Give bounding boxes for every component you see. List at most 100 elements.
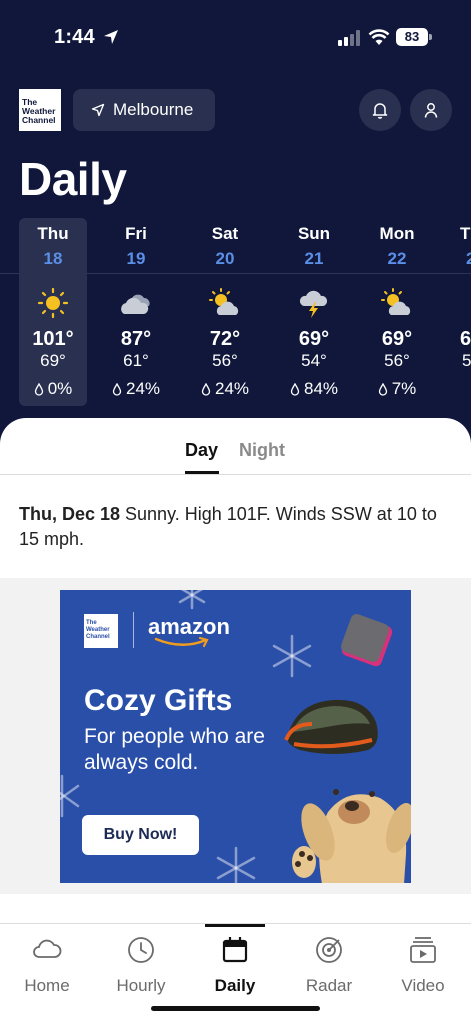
status-time: 1:44: [54, 26, 95, 48]
snowflake-icon: [216, 846, 256, 883]
bell-icon: [372, 103, 388, 119]
battery-indicator: 83: [396, 28, 428, 46]
nav-label: Video: [401, 976, 445, 995]
day-date: 20: [215, 249, 235, 268]
page-title: Daily: [19, 153, 127, 205]
day-low-temp: 69°: [40, 351, 66, 370]
sun-icon: [37, 288, 69, 318]
day-high-temp: 6: [460, 328, 471, 350]
day-high-temp: 87°: [120, 328, 152, 350]
location-label: Melbourne: [113, 100, 194, 119]
day-detail-sheet: Day Night Thu, Dec 18 Sunny. High 101F. …: [0, 418, 471, 923]
day-column-sun[interactable]: Sun 21 69° 54° 84%: [280, 218, 348, 406]
navigation-arrow-icon: [91, 103, 105, 117]
nav-daily[interactable]: Daily: [188, 924, 282, 1004]
radar-icon: [316, 937, 342, 963]
day-date: 18: [43, 249, 63, 268]
day-column-thu[interactable]: Thu 18 101° 69° 0%: [19, 218, 87, 406]
ad-banner[interactable]: The Weather Channel amazon Cozy Gifts Fo…: [60, 590, 411, 883]
tab-night[interactable]: Night: [239, 440, 285, 461]
day-date: 21: [304, 249, 324, 268]
day-summary: Thu, Dec 18 Sunny. High 101F. Winds SSW …: [19, 502, 449, 552]
nav-hourly[interactable]: Hourly: [94, 924, 188, 1004]
nav-label: Daily: [214, 976, 256, 995]
amazon-logo: amazon: [148, 614, 230, 648]
day-low-temp: 61°: [123, 351, 149, 370]
sun-icon: [462, 288, 471, 318]
thunderstorm-icon: [299, 290, 328, 318]
nav-radar[interactable]: Radar: [282, 924, 376, 1004]
twc-logo[interactable]: The Weather Channel: [19, 89, 61, 131]
buy-now-button[interactable]: Buy Now!: [82, 815, 199, 855]
ad-logo-separator: [133, 612, 134, 648]
battery-nub: [429, 34, 432, 40]
snowflake-icon: [178, 590, 206, 610]
day-low-temp: 56°: [384, 351, 410, 370]
day-name: Mon: [379, 224, 415, 243]
toggle-divider: [0, 474, 471, 475]
nav-label: Hourly: [116, 976, 166, 995]
raindrop-icon: [34, 382, 43, 396]
nav-label: Radar: [305, 976, 353, 995]
snowflake-icon: [272, 634, 312, 678]
wifi-icon: [368, 29, 390, 45]
day-low-temp: 54°: [301, 351, 327, 370]
raindrop-icon: [112, 382, 122, 396]
summary-date: Thu, Dec 18: [19, 504, 121, 524]
tab-day[interactable]: Day: [185, 440, 218, 461]
location-arrow-icon: [104, 30, 118, 44]
precip-value: 0%: [47, 379, 73, 398]
nav-home[interactable]: Home: [0, 924, 94, 1004]
home-indicator: [151, 1006, 320, 1011]
raindrop-icon: [201, 382, 211, 396]
day-high-temp: 69°: [298, 328, 330, 350]
day-high-temp: 101°: [32, 328, 74, 350]
day-column-fri[interactable]: Fri 19 87° 61° 24%: [102, 218, 170, 406]
partly-cloudy-icon: [381, 288, 411, 315]
status-bar: 1:44 83: [0, 0, 471, 76]
raindrop-icon: [378, 382, 387, 396]
day-high-temp: 72°: [209, 328, 241, 350]
ad-twc-logo: The Weather Channel: [84, 614, 118, 648]
day-name: Fri: [125, 224, 147, 243]
day-name: Sat: [211, 224, 239, 243]
day-name: Thu: [37, 224, 69, 243]
day-precip: 0%: [19, 379, 87, 399]
ad-headline: Cozy Gifts: [84, 684, 233, 717]
precip-value: 84%: [303, 379, 339, 398]
day-column-sat[interactable]: Sat 20 72° 56° 24%: [191, 218, 259, 406]
nav-video[interactable]: Video: [376, 924, 470, 1004]
day-date: 22: [387, 249, 407, 268]
day-low-temp: 5: [462, 351, 471, 370]
slippers-image: [284, 699, 378, 754]
day-precip: 24%: [102, 379, 170, 399]
day-precip: 24%: [191, 379, 259, 399]
clock-icon: [128, 937, 154, 963]
day-name: Sun: [297, 224, 331, 243]
raindrop-icon: [290, 382, 300, 396]
snowflake-icon: [60, 774, 80, 818]
active-tab-indicator: [205, 924, 265, 927]
day-precip: 84%: [280, 379, 348, 399]
precip-value: 7%: [391, 379, 417, 398]
plush-dog-image: [292, 789, 411, 883]
notifications-button[interactable]: [359, 89, 401, 131]
day-column-mon[interactable]: Mon 22 69° 56° 7%: [363, 218, 431, 406]
amazon-smile-icon: [154, 636, 209, 648]
precip-value: 24%: [125, 379, 161, 398]
user-icon: [424, 103, 438, 118]
heating-pad-image: [341, 614, 393, 667]
daily-forecast-strip[interactable]: Thu 18 101° 69° 0% Fri 19 87° 61° 24% Sa…: [0, 218, 471, 408]
precip-value: 24%: [214, 379, 250, 398]
day-column-tue-partial[interactable]: T 2 6 5: [452, 218, 471, 406]
profile-button[interactable]: [410, 89, 452, 131]
home-icon: [33, 939, 62, 958]
nav-label: Home: [24, 976, 70, 995]
ad-container: The Weather Channel amazon Cozy Gifts Fo…: [0, 578, 471, 894]
day-night-toggle[interactable]: Day Night: [0, 440, 471, 474]
day-date: 19: [126, 249, 146, 268]
ad-subline: For people who are always cold.: [84, 725, 265, 774]
calendar-icon: [222, 937, 248, 963]
day-low-temp: 56°: [212, 351, 238, 370]
location-button[interactable]: Melbourne: [73, 89, 215, 131]
